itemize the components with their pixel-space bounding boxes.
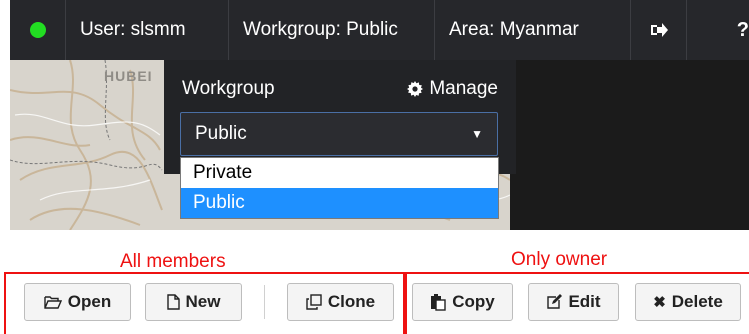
- map-place-label: HUBEI: [104, 68, 153, 84]
- workgroup-label: Workgroup: Public: [243, 19, 398, 40]
- workgroup-option-private[interactable]: Private: [181, 158, 498, 188]
- only-owner-annotation: Only owner: [511, 249, 608, 270]
- gear-icon: [407, 81, 424, 97]
- new-button[interactable]: New: [145, 283, 242, 321]
- copy-label: Copy: [452, 292, 495, 311]
- workgroup-select[interactable]: Public ▼: [180, 112, 498, 156]
- clone-icon: [306, 294, 322, 310]
- chevron-down-icon: ▼: [471, 127, 483, 141]
- area-label: Area: Myanmar: [449, 19, 579, 40]
- help-icon: ?: [736, 18, 749, 41]
- logout-icon: [650, 23, 668, 37]
- workgroup-menu[interactable]: Workgroup: Public: [229, 0, 435, 60]
- all-members-annotation: All members: [120, 251, 226, 272]
- user-label: User: slsmm: [80, 19, 186, 40]
- help-button[interactable]: ?: [687, 0, 749, 60]
- open-button[interactable]: Open: [24, 283, 131, 321]
- logout-button[interactable]: [631, 0, 687, 60]
- workgroup-select-value: Public: [195, 123, 247, 144]
- new-label: New: [185, 292, 221, 311]
- folder-open-icon: [44, 296, 62, 309]
- clone-button[interactable]: Clone: [287, 283, 394, 321]
- open-label: Open: [67, 292, 112, 311]
- edit-icon: [547, 294, 563, 309]
- area-menu[interactable]: Area: Myanmar: [435, 0, 631, 60]
- delete-label: Delete: [671, 292, 723, 311]
- copy-button[interactable]: Copy: [412, 283, 513, 321]
- paste-icon: [431, 293, 446, 311]
- user-menu[interactable]: User: slsmm: [66, 0, 229, 60]
- map-dark-region: [510, 60, 749, 230]
- manage-label: Manage: [429, 78, 498, 99]
- workgroup-options-list: Private Public: [180, 157, 499, 219]
- edit-button[interactable]: Edit: [528, 283, 619, 321]
- top-bar: User: slsmm Workgroup: Public Area: Myan…: [10, 0, 749, 60]
- edit-label: Edit: [568, 292, 601, 311]
- workgroup-panel-title: Workgroup: [182, 78, 275, 99]
- status-indicator: [10, 0, 66, 60]
- close-icon: ✖: [653, 294, 666, 311]
- workgroup-option-public[interactable]: Public: [181, 188, 498, 218]
- delete-button[interactable]: ✖ Delete: [635, 283, 741, 321]
- manage-button[interactable]: Manage: [407, 78, 498, 100]
- file-icon: [166, 294, 180, 310]
- status-dot: [29, 22, 46, 38]
- clone-label: Clone: [327, 292, 376, 311]
- button-divider: [264, 285, 265, 319]
